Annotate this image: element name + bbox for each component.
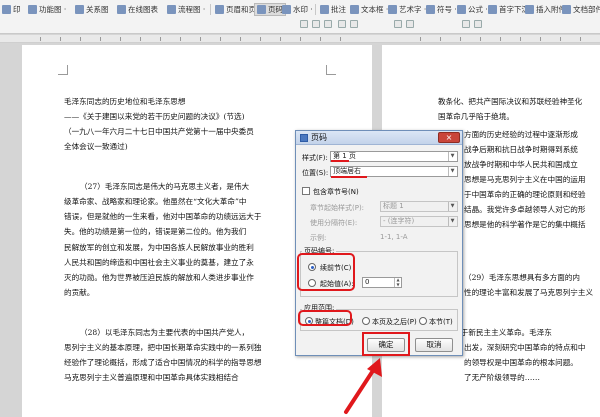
highlight-arrow: [344, 358, 382, 414]
